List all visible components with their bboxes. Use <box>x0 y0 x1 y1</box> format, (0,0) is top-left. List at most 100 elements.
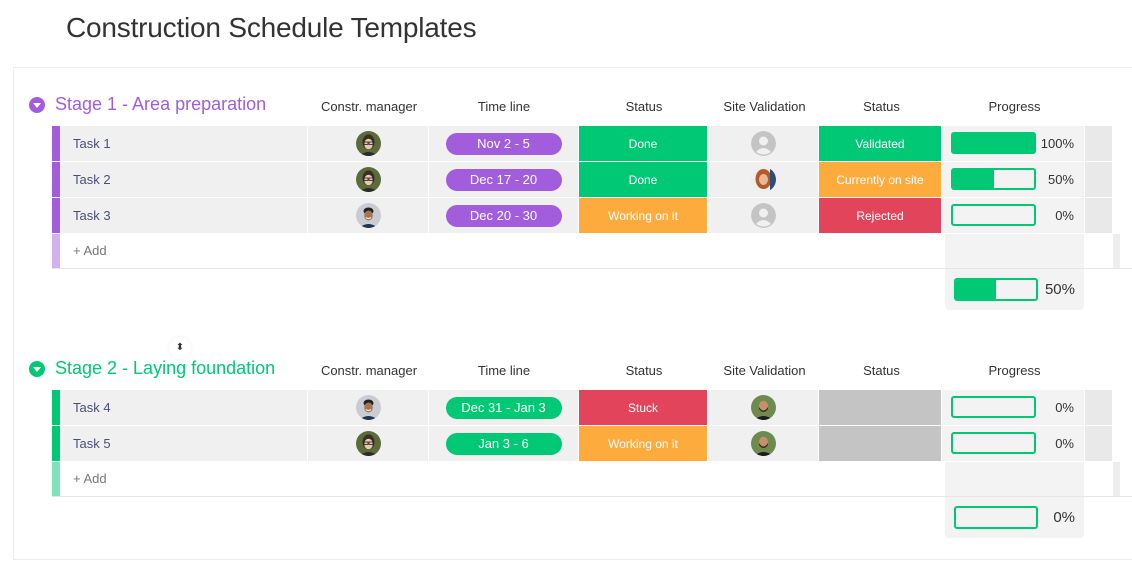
summary-progress-bar <box>954 506 1038 529</box>
validation-status-cell[interactable]: Rejected <box>819 198 942 233</box>
group-title[interactable]: Stage 1 - Area preparation <box>55 94 266 115</box>
column-header-manager[interactable]: Constr. manager <box>309 363 429 378</box>
summary-progress-value: 0% <box>1053 509 1075 526</box>
task-name[interactable]: Task 2 <box>60 162 308 197</box>
site-validation-cell[interactable] <box>708 162 819 197</box>
manager-cell[interactable] <box>308 198 429 233</box>
manager-cell[interactable] <box>308 162 429 197</box>
timeline-pill[interactable]: Dec 17 - 20 <box>445 168 562 191</box>
timeline-cell[interactable]: Dec 31 - Jan 3 <box>429 390 579 425</box>
timeline-cell[interactable]: Dec 17 - 20 <box>429 162 579 197</box>
group-color-strip <box>52 426 60 461</box>
collapse-group-icon[interactable] <box>29 97 45 113</box>
timeline-pill[interactable]: Dec 20 - 30 <box>445 204 562 227</box>
group-color-strip <box>52 234 60 268</box>
manager-avatar[interactable] <box>355 131 381 156</box>
manager-cell[interactable] <box>308 390 429 425</box>
manager-avatar[interactable] <box>355 167 381 192</box>
task-name[interactable]: Task 1 <box>60 126 308 161</box>
timeline-pill[interactable]: Jan 3 - 6 <box>445 432 562 455</box>
column-header-status[interactable]: Status <box>579 363 709 378</box>
site-validation-cell[interactable] <box>708 426 819 461</box>
group-color-strip <box>52 390 60 425</box>
board: Stage 1 - Area preparation Constr. manag… <box>13 67 1132 560</box>
row-end-cell <box>1113 462 1120 496</box>
manager-cell[interactable] <box>308 426 429 461</box>
status-cell[interactable]: Working on it <box>579 426 708 461</box>
progress-bar <box>951 396 1036 418</box>
column-header-progress[interactable]: Progress <box>943 363 1086 378</box>
progress-value: 0% <box>1055 436 1074 451</box>
progress-value: 50% <box>1047 172 1074 187</box>
validation-status-cell[interactable] <box>819 426 942 461</box>
column-header-validation-status[interactable]: Status <box>820 99 943 114</box>
timeline-cell[interactable]: Jan 3 - 6 <box>429 426 579 461</box>
group-color-strip <box>52 462 60 496</box>
status-cell[interactable]: Done <box>579 162 708 197</box>
column-header-validation-status[interactable]: Status <box>820 363 943 378</box>
add-row-progress-area <box>945 234 1084 268</box>
manager-avatar[interactable] <box>355 395 381 420</box>
column-header-site-validation[interactable]: Site Validation <box>709 363 820 378</box>
row-end-cell <box>1085 390 1112 425</box>
summary-progress-value: 50% <box>1044 281 1075 298</box>
site-validation-cell[interactable] <box>708 198 819 233</box>
task-name[interactable]: Task 3 <box>60 198 308 233</box>
validator-avatar[interactable] <box>750 395 776 420</box>
column-header-timeline[interactable]: Time line <box>429 99 579 114</box>
progress-fill <box>953 134 1034 152</box>
manager-avatar[interactable] <box>355 431 381 456</box>
column-header-site-validation[interactable]: Site Validation <box>709 99 820 114</box>
site-validation-cell[interactable] <box>708 390 819 425</box>
progress-cell: 0% <box>942 390 1085 425</box>
task-name[interactable]: Task 4 <box>60 390 308 425</box>
group-title[interactable]: Stage 2 - Laying foundation <box>55 358 275 379</box>
summary-progress-fill <box>956 280 996 299</box>
group-color-strip <box>52 162 60 197</box>
group-header: Stage 1 - Area preparation Constr. manag… <box>14 88 1132 124</box>
page-title: Construction Schedule Templates <box>66 12 477 43</box>
validator-avatar[interactable] <box>750 431 776 456</box>
progress-cell: 100% <box>942 126 1085 161</box>
group-color-strip <box>52 198 60 233</box>
manager-avatar[interactable] <box>355 203 381 228</box>
status-cell[interactable]: Working on it <box>579 198 708 233</box>
validation-status-cell[interactable]: Currently on site <box>819 162 942 197</box>
add-task-button[interactable]: + Add <box>73 462 107 496</box>
user-placeholder-icon[interactable] <box>750 203 776 228</box>
collapse-group-icon[interactable] <box>29 361 45 377</box>
validation-status-cell[interactable] <box>819 390 942 425</box>
progress-bar <box>951 132 1036 154</box>
progress-bar <box>951 168 1036 190</box>
task-name[interactable]: Task 5 <box>60 426 308 461</box>
timeline-cell[interactable]: Nov 2 - 5 <box>429 126 579 161</box>
column-header-progress[interactable]: Progress <box>943 99 1086 114</box>
task-row: Task 5 Jan 3 - 6 Working on it 0% <box>52 426 1132 461</box>
task-row: Task 1 Nov 2 - 5 Done Validated 100% <box>52 126 1132 161</box>
add-task-row[interactable]: + Add <box>52 462 1132 496</box>
group-header: Stage 2 - Laying foundation Constr. mana… <box>14 352 1132 388</box>
group-progress-summary: 0% <box>945 497 1084 538</box>
validation-status-cell[interactable]: Validated <box>819 126 942 161</box>
manager-cell[interactable] <box>308 126 429 161</box>
validator-avatar[interactable] <box>750 167 776 192</box>
user-placeholder-icon[interactable] <box>750 131 776 156</box>
status-cell[interactable]: Done <box>579 126 708 161</box>
progress-value: 0% <box>1055 208 1074 223</box>
progress-cell: 50% <box>942 162 1085 197</box>
timeline-cell[interactable]: Dec 20 - 30 <box>429 198 579 233</box>
column-header-status[interactable]: Status <box>579 99 709 114</box>
progress-fill <box>953 170 994 188</box>
summary-progress-bar <box>954 278 1038 301</box>
column-header-manager[interactable]: Constr. manager <box>309 99 429 114</box>
row-end-cell <box>1113 234 1120 268</box>
column-header-timeline[interactable]: Time line <box>429 363 579 378</box>
add-task-row[interactable]: + Add <box>52 234 1132 268</box>
add-task-button[interactable]: + Add <box>73 234 107 268</box>
timeline-pill[interactable]: Nov 2 - 5 <box>445 132 562 155</box>
progress-bar <box>951 204 1036 226</box>
timeline-pill[interactable]: Dec 31 - Jan 3 <box>445 396 562 419</box>
row-end-cell <box>1085 198 1112 233</box>
status-cell[interactable]: Stuck <box>579 390 708 425</box>
site-validation-cell[interactable] <box>708 126 819 161</box>
